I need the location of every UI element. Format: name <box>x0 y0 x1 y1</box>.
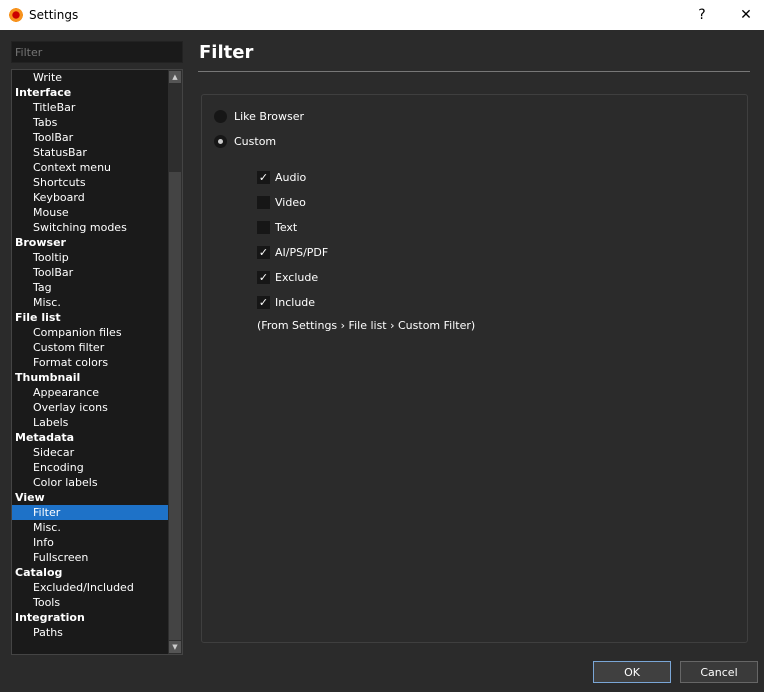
radio-custom[interactable]: Custom <box>214 135 276 148</box>
tree-item-filter[interactable]: Filter <box>12 505 169 520</box>
tree-item-switching-modes[interactable]: Switching modes <box>12 220 169 235</box>
checkmark-icon[interactable]: ✓ <box>257 246 270 259</box>
tree-item-companion-files[interactable]: Companion files <box>12 325 169 340</box>
sidebar-filter-input[interactable] <box>11 41 183 63</box>
tree-item-shortcuts[interactable]: Shortcuts <box>12 175 169 190</box>
divider <box>198 71 750 72</box>
tree-item-encoding[interactable]: Encoding <box>12 460 169 475</box>
tree-item-tooltip[interactable]: Tooltip <box>12 250 169 265</box>
scroll-down-icon[interactable]: ▼ <box>169 641 181 653</box>
tree-item-catalog[interactable]: Catalog <box>12 565 169 580</box>
checkbox-label: Exclude <box>275 271 319 284</box>
checkbox-label: Video <box>275 196 306 209</box>
tree-item-file-list[interactable]: File list <box>12 310 169 325</box>
radio-icon[interactable] <box>214 135 227 148</box>
tree-item-paths[interactable]: Paths <box>12 625 169 640</box>
checkbox-ai-ps-pdf[interactable]: ✓ AI/PS/PDF <box>257 246 328 259</box>
checkbox-include[interactable]: ✓ Include <box>257 296 315 309</box>
tree-item-color-labels[interactable]: Color labels <box>12 475 169 490</box>
tree-item-format-colors[interactable]: Format colors <box>12 355 169 370</box>
page-title: Filter <box>199 42 254 63</box>
radio-label: Like Browser <box>234 110 305 123</box>
ok-button[interactable]: OK <box>593 661 671 683</box>
checkbox-exclude[interactable]: ✓ Exclude <box>257 271 318 284</box>
radio-label: Custom <box>234 135 277 148</box>
checkmark-icon[interactable]: ✓ <box>257 271 270 284</box>
tree-item-tabs[interactable]: Tabs <box>12 115 169 130</box>
tree-item-appearance[interactable]: Appearance <box>12 385 169 400</box>
help-button[interactable]: ? <box>682 0 722 30</box>
scroll-up-icon[interactable]: ▲ <box>169 71 181 83</box>
checkbox-icon[interactable] <box>257 221 270 234</box>
tree-item-misc-[interactable]: Misc. <box>12 295 169 310</box>
tree-item-overlay-icons[interactable]: Overlay icons <box>12 400 169 415</box>
checkbox-audio[interactable]: ✓ Audio <box>257 171 306 184</box>
checkbox-label: AI/PS/PDF <box>275 246 329 259</box>
checkbox-label: Include <box>275 296 316 309</box>
checkbox-text[interactable]: Text <box>257 221 297 234</box>
scroll-thumb[interactable] <box>169 172 181 640</box>
tree-item-keyboard[interactable]: Keyboard <box>12 190 169 205</box>
tree-item-browser[interactable]: Browser <box>12 235 169 250</box>
checkmark-icon[interactable]: ✓ <box>257 296 270 309</box>
checkmark-icon[interactable]: ✓ <box>257 171 270 184</box>
tree-item-write[interactable]: Write <box>12 70 169 85</box>
tree-item-sidecar[interactable]: Sidecar <box>12 445 169 460</box>
tree-item-tools[interactable]: Tools <box>12 595 169 610</box>
tree-item-fullscreen[interactable]: Fullscreen <box>12 550 169 565</box>
tree-item-tag[interactable]: Tag <box>12 280 169 295</box>
tree-item-excluded-included[interactable]: Excluded/Included <box>12 580 169 595</box>
checkbox-video[interactable]: Video <box>257 196 306 209</box>
radio-like-browser[interactable]: Like Browser <box>214 110 304 123</box>
tree-item-statusbar[interactable]: StatusBar <box>12 145 169 160</box>
tree-item-labels[interactable]: Labels <box>12 415 169 430</box>
tree-item-custom-filter[interactable]: Custom filter <box>12 340 169 355</box>
tree-item-info[interactable]: Info <box>12 535 169 550</box>
tree-item-toolbar[interactable]: ToolBar <box>12 265 169 280</box>
close-button[interactable]: ✕ <box>726 0 764 30</box>
window-title: Settings <box>29 8 79 22</box>
radio-icon[interactable] <box>214 110 227 123</box>
tree-item-toolbar[interactable]: ToolBar <box>12 130 169 145</box>
tree-item-interface[interactable]: Interface <box>12 85 169 100</box>
tree-item-titlebar[interactable]: TitleBar <box>12 100 169 115</box>
cancel-button[interactable]: Cancel <box>680 661 758 683</box>
tree-item-mouse[interactable]: Mouse <box>12 205 169 220</box>
tree-item-context-menu[interactable]: Context menu <box>12 160 169 175</box>
tree-item-integration[interactable]: Integration <box>12 610 169 625</box>
checkbox-icon[interactable] <box>257 196 270 209</box>
tree-item-thumbnail[interactable]: Thumbnail <box>12 370 169 385</box>
checkbox-label: Audio <box>275 171 307 184</box>
app-icon <box>8 7 24 23</box>
tree-item-metadata[interactable]: Metadata <box>12 430 169 445</box>
checkbox-label: Text <box>275 221 298 234</box>
tree-item-misc-[interactable]: Misc. <box>12 520 169 535</box>
tree-item-view[interactable]: View <box>12 490 169 505</box>
title-bar: Settings ? ✕ <box>0 0 764 30</box>
scrollbar[interactable]: ▲ ▼ <box>168 70 182 654</box>
settings-tree: Write Interface TitleBar Tabs ToolBar StatusB… <box>11 69 183 655</box>
custom-filter-note: (From Settings › File list › Custom Filt… <box>257 319 476 332</box>
